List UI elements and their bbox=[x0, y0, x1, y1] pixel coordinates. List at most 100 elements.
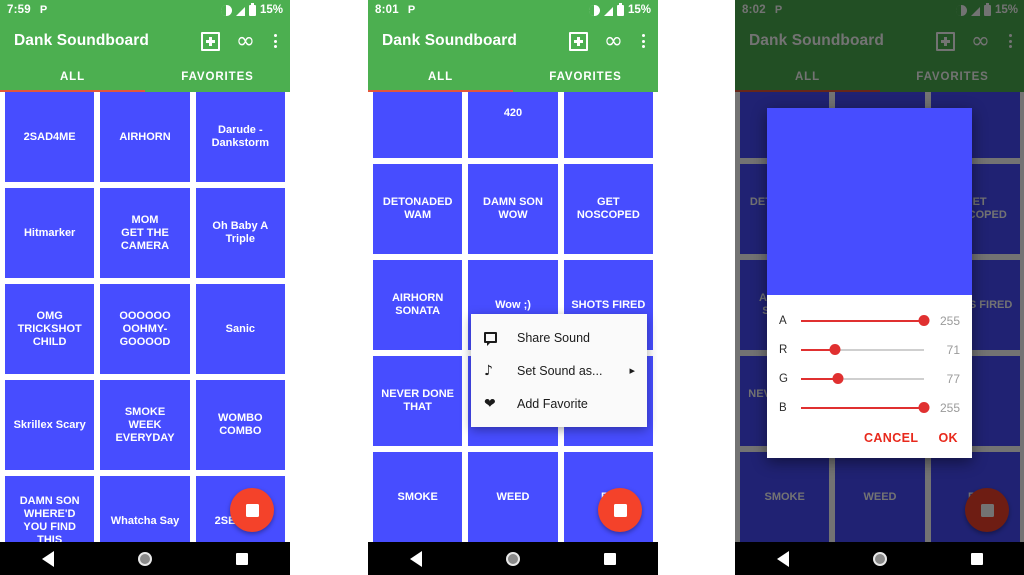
recents-icon bbox=[603, 552, 616, 565]
slider-value-g: 77 bbox=[946, 371, 960, 386]
sound-tile[interactable]: Whatcha Say bbox=[100, 476, 190, 542]
sound-tile[interactable]: AIRHORN SONATA bbox=[373, 260, 463, 350]
system-nav-bar bbox=[0, 542, 290, 575]
app-bar: Dank Soundboard ∞ bbox=[0, 20, 290, 62]
phone-panel-color-picker: 8:02 P 15% Dank Soundboard ∞ ALL FAVORIT… bbox=[735, 0, 1024, 575]
menu-item-label: Set Sound as... bbox=[517, 363, 603, 378]
tab-bar: ALL FAVORITES bbox=[368, 62, 658, 92]
dialog-action-row: CANCEL OK bbox=[767, 424, 972, 458]
music-note-icon: ♪ bbox=[484, 362, 493, 379]
recents-button[interactable] bbox=[928, 552, 1024, 565]
overflow-menu-icon[interactable] bbox=[271, 32, 280, 50]
sound-tile[interactable]: Oh Baby A Triple bbox=[195, 188, 285, 278]
slider-track-r[interactable] bbox=[801, 344, 924, 355]
menu-item-add-favorite[interactable]: ❤ Add Favorite bbox=[471, 387, 647, 420]
home-button[interactable] bbox=[97, 551, 194, 566]
slider-track-g[interactable] bbox=[801, 373, 924, 384]
sound-tile[interactable]: 420 bbox=[468, 92, 558, 158]
panel-gap-1 bbox=[290, 0, 368, 575]
sound-tile[interactable]: DETONADED WAM bbox=[373, 164, 463, 254]
slider-label-b: B bbox=[779, 401, 787, 414]
slider-label-g: G bbox=[779, 372, 788, 385]
slider-value-b: 255 bbox=[939, 400, 960, 415]
share-icon bbox=[484, 332, 506, 346]
battery-percent: 15% bbox=[259, 4, 283, 16]
sound-tile[interactable]: GET NOSCOPED bbox=[563, 164, 653, 254]
slider-track-b[interactable] bbox=[801, 402, 930, 413]
screenshot-stage: 7:59 P 15% Dank Soundboard ∞ ALL FAVORIT… bbox=[0, 0, 1024, 575]
add-icon[interactable] bbox=[568, 31, 588, 51]
ok-button[interactable]: OK bbox=[938, 431, 958, 445]
sound-tile[interactable]: Sanic bbox=[195, 284, 285, 374]
sound-tile[interactable] bbox=[563, 92, 653, 158]
tab-favorites[interactable]: FAVORITES bbox=[145, 62, 290, 92]
slider-thumb-g[interactable] bbox=[832, 373, 844, 384]
recents-button[interactable] bbox=[561, 552, 658, 565]
sound-tile[interactable]: WEED bbox=[468, 452, 558, 542]
sound-tile[interactable]: AIRHORN bbox=[100, 92, 190, 182]
add-icon[interactable] bbox=[200, 31, 220, 51]
status-time: 8:01 bbox=[375, 4, 399, 16]
home-icon bbox=[873, 551, 887, 566]
app-bar-actions: ∞ bbox=[200, 30, 280, 53]
system-nav-bar bbox=[368, 542, 658, 575]
menu-item-label: Share Sound bbox=[517, 330, 590, 345]
menu-item-share-sound[interactable]: Share Sound bbox=[471, 321, 647, 354]
sound-tile[interactable] bbox=[373, 92, 463, 158]
infinity-icon[interactable]: ∞ bbox=[604, 30, 623, 53]
sound-tile[interactable]: Darude - Dankstorm bbox=[195, 92, 285, 182]
system-nav-bar bbox=[735, 542, 1024, 575]
sound-tile[interactable]: DAMN SON WHERE'D YOU FIND THIS bbox=[5, 476, 95, 542]
app-bar: Dank Soundboard ∞ bbox=[368, 20, 658, 62]
phone-panel-all-list: 7:59 P 15% Dank Soundboard ∞ ALL FAVORIT… bbox=[0, 0, 290, 575]
carrier-glyph: P bbox=[39, 4, 48, 16]
slider-row-b: B 255 bbox=[779, 393, 960, 422]
color-picker-dialog: A 255 R 71 G 77 B 255 CANCEL OK bbox=[767, 108, 972, 458]
cancel-button[interactable]: CANCEL bbox=[864, 431, 918, 445]
battery-icon bbox=[616, 2, 624, 16]
app-title: Dank Soundboard bbox=[382, 32, 517, 49]
tab-indicator bbox=[368, 89, 513, 92]
sound-tile[interactable]: SMOKE bbox=[373, 452, 463, 542]
back-button[interactable] bbox=[735, 550, 832, 567]
sound-tile[interactable]: Skrillex Scary bbox=[5, 380, 95, 470]
sound-tile[interactable]: OMG TRICKSHOT CHILD bbox=[5, 284, 95, 374]
recents-button[interactable] bbox=[193, 552, 290, 565]
tab-all[interactable]: ALL bbox=[368, 62, 513, 92]
tab-favorites[interactable]: FAVORITES bbox=[513, 62, 658, 92]
signal-icon bbox=[603, 6, 613, 16]
slider-thumb-r[interactable] bbox=[829, 344, 841, 355]
sound-tile[interactable]: Hitmarker bbox=[5, 188, 95, 278]
phone-panel-context-menu: 8:01 P 15% Dank Soundboard ∞ ALL FAVORIT… bbox=[368, 0, 658, 575]
slider-thumb-a[interactable] bbox=[918, 315, 930, 326]
back-button[interactable] bbox=[368, 550, 465, 567]
menu-item-set-sound-as[interactable]: ♪ Set Sound as... ▸ bbox=[471, 354, 647, 387]
slider-label-a: A bbox=[779, 314, 787, 327]
sound-tile[interactable]: WOMBO COMBO bbox=[195, 380, 285, 470]
status-bar: 8:01 P 15% bbox=[368, 0, 658, 20]
sound-tile[interactable]: OOOOOO OOHMY- GOOOOD bbox=[100, 284, 190, 374]
sound-tile[interactable]: NEVER DONE THAT bbox=[373, 356, 463, 446]
back-icon bbox=[42, 550, 55, 567]
sound-tile[interactable]: 2SAD4ME bbox=[5, 92, 95, 182]
infinity-icon[interactable]: ∞ bbox=[236, 30, 255, 53]
sound-grid-scroll[interactable]: 2SAD4ME AIRHORN Darude - Dankstorm Hitmarke… bbox=[0, 92, 290, 542]
stop-playback-fab[interactable] bbox=[230, 488, 274, 532]
home-icon bbox=[138, 551, 152, 566]
argb-slider-group: A 255 R 71 G 77 B 255 bbox=[767, 295, 972, 424]
tab-all[interactable]: ALL bbox=[0, 62, 145, 92]
overflow-menu-icon[interactable] bbox=[639, 32, 648, 50]
back-button[interactable] bbox=[0, 550, 97, 567]
dnd-icon bbox=[588, 4, 600, 16]
sound-tile[interactable]: DAMN SON WOW bbox=[468, 164, 558, 254]
signal-icon bbox=[235, 6, 245, 16]
home-button[interactable] bbox=[832, 551, 929, 566]
back-icon bbox=[410, 550, 423, 567]
sound-tile[interactable]: MOM GET THE CAMERA bbox=[100, 188, 190, 278]
home-button[interactable] bbox=[465, 551, 562, 566]
stop-playback-fab[interactable] bbox=[598, 488, 642, 532]
slider-track-a[interactable] bbox=[801, 315, 930, 326]
slider-thumb-b[interactable] bbox=[918, 402, 930, 413]
sound-tile[interactable]: SMOKE WEEK EVERYDAY bbox=[100, 380, 190, 470]
slider-value-r: 71 bbox=[946, 342, 960, 357]
